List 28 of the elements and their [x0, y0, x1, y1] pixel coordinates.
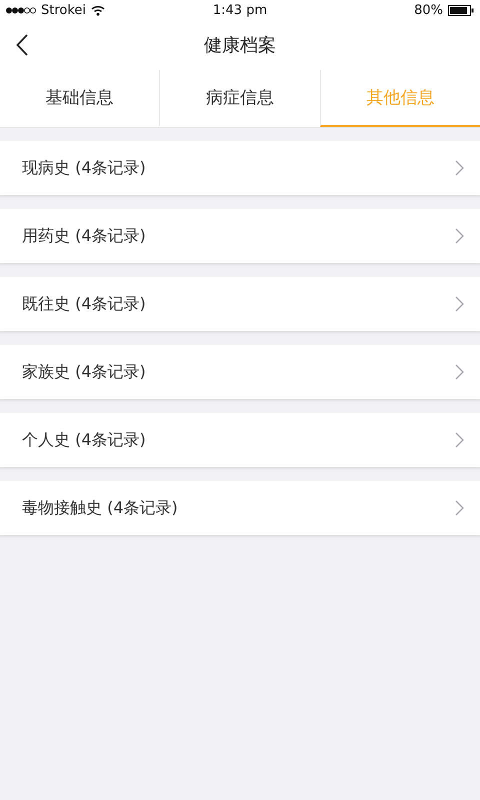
record-label: 现病史 (4条记录)	[22, 158, 146, 178]
record-label: 家族史 (4条记录)	[22, 362, 146, 382]
chevron-icon	[455, 296, 464, 312]
carrier-name: Strokei	[41, 2, 86, 18]
tab[interactable]: 病症信息	[159, 70, 320, 127]
record-label: 毒物接触史 (4条记录)	[22, 498, 178, 518]
tab[interactable]: 基础信息	[0, 70, 160, 127]
wifi-icon	[91, 4, 106, 16]
chevron-icon	[455, 500, 464, 516]
record-row[interactable]: 家族史 (4条记录)	[0, 345, 480, 399]
record-label: 个人史 (4条记录)	[22, 430, 146, 450]
chevron-icon	[455, 228, 464, 244]
page-title: 健康档案	[204, 34, 276, 57]
chevron-icon	[455, 364, 464, 380]
record-label: 用药史 (4条记录)	[22, 226, 146, 246]
record-row[interactable]: 个人史 (4条记录)	[0, 413, 480, 467]
chevron-icon	[455, 432, 464, 448]
chevron-icon	[455, 160, 464, 176]
battery-icon	[448, 4, 474, 16]
back-icon	[16, 34, 28, 56]
record-row[interactable]: 现病史 (4条记录)	[0, 141, 480, 195]
status-time: 1:43 pm	[212, 2, 268, 18]
battery-percent: 80%	[414, 2, 443, 18]
signal-icon	[6, 6, 36, 14]
record-row[interactable]: 毒物接触史 (4条记录)	[0, 481, 480, 535]
record-label: 既往史 (4条记录)	[22, 294, 146, 314]
record-row[interactable]: 用药史 (4条记录)	[0, 209, 480, 263]
record-row[interactable]: 既往史 (4条记录)	[0, 277, 480, 331]
